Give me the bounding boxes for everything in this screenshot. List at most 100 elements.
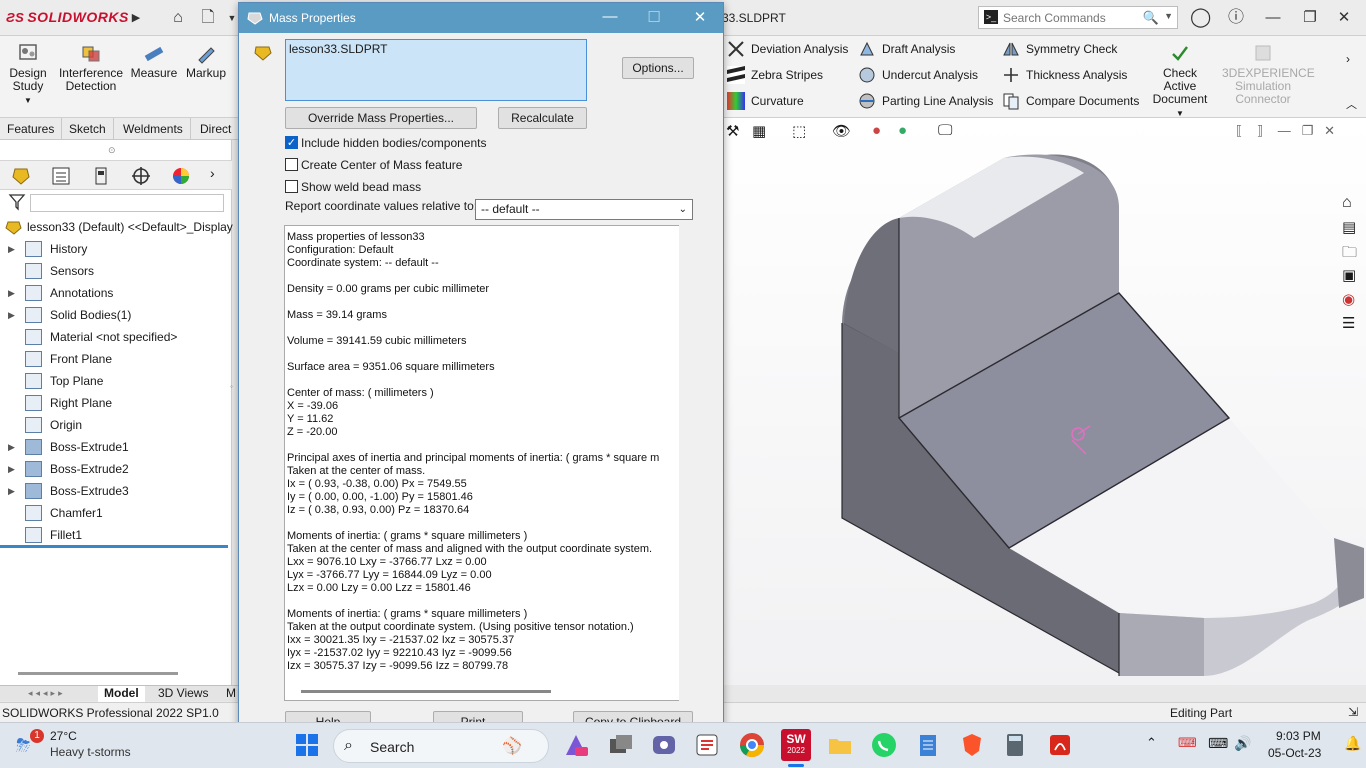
language-icon[interactable]: ⌨: [1178, 735, 1197, 751]
appearance-icon[interactable]: ●: [872, 122, 881, 139]
clock-time[interactable]: 9:03 PM: [1276, 729, 1321, 743]
tree-horizontal-scrollbar[interactable]: [18, 672, 178, 675]
design-library-icon[interactable]: ▤: [1342, 218, 1356, 236]
tree-item[interactable]: ▶ Boss-Extrude2: [0, 458, 232, 480]
whatsapp-icon[interactable]: [870, 731, 898, 759]
display-manager-icon[interactable]: [170, 165, 192, 187]
chevron-down-icon[interactable]: ▼: [1164, 11, 1173, 21]
task-view-icon[interactable]: [607, 731, 635, 759]
expand-arrow-icon[interactable]: ▶: [8, 304, 15, 326]
dimxpert-manager-icon[interactable]: [130, 165, 152, 187]
chrome-icon[interactable]: [738, 731, 766, 759]
measure-button[interactable]: Measure: [130, 42, 178, 80]
solidworks-logo[interactable]: ƧS SOLIDWORKS: [6, 9, 129, 25]
file-explorer-icon[interactable]: 🗀: [1342, 242, 1357, 267]
minimize-button[interactable]: —: [1259, 8, 1287, 28]
results-vertical-scrollbar[interactable]: [679, 225, 689, 701]
tab-scroll-arrows[interactable]: ◂◂◂▸▸: [28, 688, 66, 699]
expand-arrow-icon[interactable]: ▶: [8, 282, 15, 304]
search-commands[interactable]: >_ 🔍 ▼: [978, 6, 1178, 29]
expand-arrow-icon[interactable]: ▶: [8, 436, 15, 458]
tab-model[interactable]: Model: [98, 686, 145, 702]
calculator-icon[interactable]: [1001, 731, 1029, 759]
user-icon[interactable]: ◯: [1190, 8, 1211, 28]
scene-icon[interactable]: ●: [898, 122, 907, 139]
snipping-tool-icon[interactable]: [693, 731, 721, 759]
include-hidden-checkbox[interactable]: ✓: [285, 136, 298, 149]
splitter-handle[interactable]: ⊙: [108, 145, 116, 156]
clock-date[interactable]: 05-Oct-23: [1268, 746, 1321, 760]
acrobat-icon[interactable]: [1046, 731, 1074, 759]
notification-bell-icon[interactable]: 🔔: [1344, 735, 1361, 752]
tab-3d-views[interactable]: 3D Views: [152, 686, 214, 702]
view-settings-icon[interactable]: ⚒: [726, 122, 739, 140]
tree-item[interactable]: ▶ Annotations: [0, 282, 232, 304]
parting-line-analysis-button[interactable]: Parting Line Analysis: [858, 91, 993, 111]
graphics-area[interactable]: [724, 118, 1366, 685]
draft-analysis-button[interactable]: Draft Analysis: [858, 39, 955, 59]
tab-weldments[interactable]: Weldments: [116, 118, 191, 140]
chevron-down-icon[interactable]: ▼: [1176, 109, 1184, 118]
collapse-right-icon[interactable]: ⟧: [1257, 123, 1263, 138]
filter-input[interactable]: [30, 194, 224, 212]
taskbar-search[interactable]: ⌕ Search ⚾: [333, 729, 549, 763]
compare-documents-button[interactable]: Compare Documents: [1002, 91, 1139, 111]
check-active-document-button[interactable]: Check Active Document ▼: [1146, 42, 1214, 120]
collapse-left-icon[interactable]: ⟦: [1236, 123, 1242, 138]
coordinate-system-select[interactable]: -- default -- ⌄: [475, 199, 693, 220]
solidworks-resources-icon[interactable]: ⌂: [1342, 194, 1352, 212]
chevron-up-icon[interactable]: ⌃: [1146, 735, 1157, 751]
recalculate-button[interactable]: Recalculate: [498, 107, 587, 129]
close-button[interactable]: ✕: [1330, 8, 1358, 28]
dialog-close-button[interactable]: ✕: [685, 8, 715, 26]
display-settings-icon[interactable]: 🖵: [938, 122, 952, 139]
appearances-icon[interactable]: ◉: [1342, 290, 1355, 308]
brave-icon[interactable]: [958, 731, 986, 759]
3dexperience-simulation-connector-button[interactable]: 3DEXPERIENCE Simulation Connector: [1222, 42, 1315, 106]
teams-chat-icon[interactable]: [650, 731, 678, 759]
options-button[interactable]: Options...: [622, 57, 694, 79]
viewport-close-icon[interactable]: ✕: [1324, 123, 1335, 138]
interference-detection-button[interactable]: Interference Detection: [58, 42, 124, 93]
chevron-right-icon[interactable]: ▶: [126, 8, 146, 28]
file-explorer-icon[interactable]: [826, 731, 854, 759]
thickness-analysis-button[interactable]: Thickness Analysis: [1002, 65, 1127, 85]
network-icon[interactable]: ⌨: [1208, 735, 1228, 752]
weather-temperature[interactable]: 27°C: [50, 729, 77, 743]
hide-show-icon[interactable]: 👁: [832, 122, 851, 140]
tree-item[interactable]: Chamfer1: [0, 502, 232, 524]
zebra-stripes-button[interactable]: Zebra Stripes: [727, 65, 823, 85]
undercut-analysis-button[interactable]: Undercut Analysis: [858, 65, 978, 85]
mass-properties-results[interactable]: Mass properties of lesson33 Configuratio…: [284, 225, 680, 701]
tree-item[interactable]: Origin: [0, 414, 232, 436]
tree-item[interactable]: Front Plane: [0, 348, 232, 370]
deviation-analysis-button[interactable]: Deviation Analysis: [727, 39, 848, 59]
help-icon[interactable]: ⓘ: [1226, 8, 1246, 28]
start-icon[interactable]: [293, 731, 321, 759]
tree-item[interactable]: Right Plane: [0, 392, 232, 414]
search-icon[interactable]: 🔍: [1143, 10, 1159, 26]
section-view-icon[interactable]: ▦: [752, 122, 766, 140]
filter-icon[interactable]: [8, 193, 26, 211]
part-model-3d[interactable]: [724, 118, 1366, 685]
feature-manager-tree-icon[interactable]: [10, 165, 32, 187]
viewport-restore-icon[interactable]: ❐: [1302, 123, 1314, 138]
selected-item[interactable]: lesson33.SLDPRT: [289, 42, 388, 56]
tree-item[interactable]: ▶ Boss-Extrude1: [0, 436, 232, 458]
volume-icon[interactable]: 🔊: [1234, 735, 1251, 752]
tab-direct-edit[interactable]: Direct E: [193, 118, 240, 158]
expand-arrow-icon[interactable]: ▶: [8, 480, 15, 502]
search-input[interactable]: [1003, 9, 1143, 26]
tree-item[interactable]: Material <not specified>: [0, 326, 232, 348]
home-icon[interactable]: ⌂: [168, 8, 188, 28]
property-manager-icon[interactable]: [50, 165, 72, 187]
tree-item[interactable]: ▶ Boss-Extrude3: [0, 480, 232, 502]
dialog-maximize-button[interactable]: ☐: [639, 8, 669, 26]
markup-button[interactable]: Markup: [183, 42, 229, 80]
dialog-title-bar[interactable]: Mass Properties — ☐ ✕: [239, 3, 723, 33]
curvature-button[interactable]: Curvature: [727, 91, 804, 111]
results-horizontal-scrollbar[interactable]: [301, 690, 551, 693]
copilot-pre-icon[interactable]: [562, 731, 590, 759]
view-palette-icon[interactable]: ▣: [1342, 266, 1356, 284]
dialog-minimize-button[interactable]: —: [595, 8, 625, 25]
